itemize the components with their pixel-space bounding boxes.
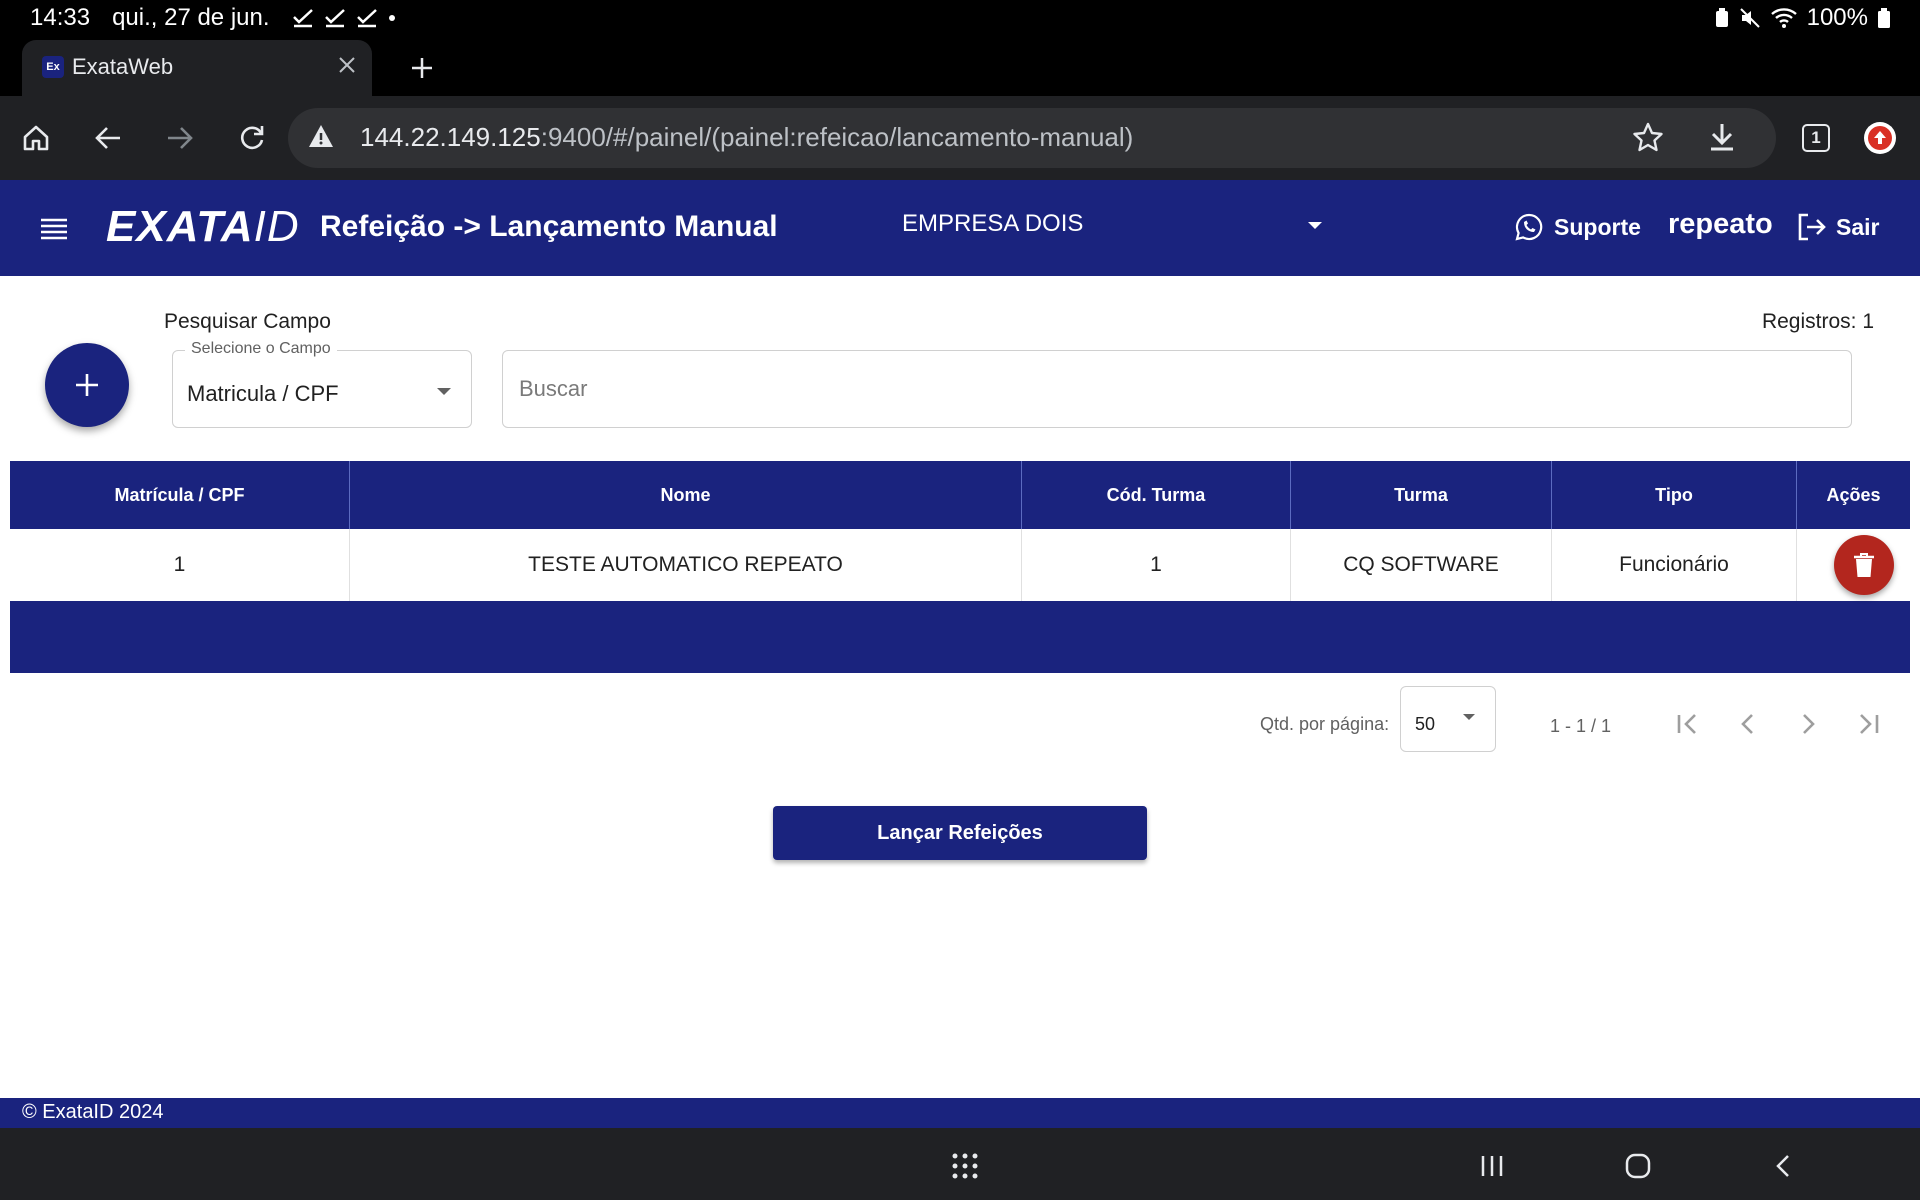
launch-meals-button[interactable]: Lançar Refeições [773, 806, 1147, 860]
column-header: Ações [1826, 484, 1881, 505]
previous-page-icon[interactable] [1728, 704, 1768, 744]
system-status-bar: 14:33 qui., 27 de jun. 100% [0, 0, 1920, 36]
browser-tab-strip: Ex ExataWeb [0, 36, 1920, 96]
back-nav-icon[interactable] [1764, 1146, 1804, 1186]
more-notifications-dot-icon [388, 15, 395, 21]
page-footer: © ExataID 2024 [0, 1098, 1920, 1128]
logout-icon [1798, 213, 1826, 241]
last-page-icon[interactable] [1848, 704, 1888, 744]
date: qui., 27 de jun. [112, 4, 270, 31]
cell-cod-turma: 1 [1022, 529, 1291, 601]
check-notification-icon [324, 9, 345, 28]
cell-matricula: 1 [10, 529, 350, 601]
table-footer-bar [10, 601, 1910, 673]
table-header: Matrícula / CPF Nome Cód. Turma Turma Ti… [10, 461, 1910, 529]
paginator: Qtd. por página: 50 1 - 1 / 1 [0, 686, 1920, 756]
search-field-heading: Pesquisar Campo [164, 310, 331, 333]
column-header[interactable]: Tipo [1552, 461, 1797, 529]
items-per-page-label: Qtd. por página: [1260, 714, 1390, 734]
column-header[interactable]: Cód. Turma [1022, 461, 1291, 529]
address-bar[interactable]: 144.22.149.125:9400/#/painel/(painel:ref… [288, 108, 1776, 168]
plus-icon [76, 374, 98, 396]
copyright-text: © ExataID 2024 [22, 1101, 164, 1123]
table-row: 1 TESTE AUTOMATICO REPEATO 1 CQ SOFTWARE… [10, 529, 1910, 601]
support-button[interactable]: Suporte [1514, 212, 1641, 242]
chevron-down-icon [437, 388, 451, 395]
battery-percentage: 100% [1806, 4, 1868, 31]
home-icon[interactable] [14, 116, 58, 160]
cell-acoes [1797, 529, 1910, 601]
username: repeato [1668, 208, 1773, 240]
battery-icon [1878, 8, 1890, 28]
search-field-select[interactable]: Selecione o Campo Matricula / CPF [172, 340, 472, 428]
trash-icon [1853, 553, 1874, 577]
logout-button[interactable]: Sair [1796, 212, 1879, 242]
app-drawer-icon[interactable] [945, 1146, 985, 1186]
exataid-logo: EXATAID [106, 202, 300, 251]
url-path: :9400/#/painel/(painel:refeicao/lancamen… [540, 122, 1134, 152]
logout-label: Sair [1836, 213, 1880, 240]
column-header[interactable]: Turma [1291, 461, 1552, 529]
tab-switcher-button[interactable]: 1 [1802, 124, 1830, 152]
column-header[interactable]: Nome [350, 461, 1022, 529]
cell-turma: CQ SOFTWARE [1291, 529, 1552, 601]
support-label: Suporte [1554, 213, 1641, 240]
reload-icon[interactable] [230, 116, 274, 160]
search-field-select-value: Matricula / CPF [187, 381, 339, 406]
column-header[interactable]: Matrícula / CPF [10, 461, 350, 529]
check-notification-icon [356, 9, 377, 28]
chevron-down-icon [1463, 714, 1475, 720]
company-select[interactable]: EMPRESA DOIS [902, 210, 1322, 246]
hamburger-menu-icon[interactable] [36, 210, 72, 246]
check-notification-icon [292, 9, 313, 28]
chevron-down-icon [1308, 222, 1322, 229]
profile-update-icon[interactable] [1864, 122, 1896, 154]
delete-button[interactable] [1833, 535, 1894, 595]
add-button[interactable] [45, 343, 129, 427]
search-field-select-label: Selecione o Campo [185, 340, 337, 358]
page-range: 1 - 1 / 1 [1550, 716, 1612, 736]
wifi-icon [1770, 8, 1797, 28]
meals-table: Matrícula / CPF Nome Cód. Turma Turma Ti… [10, 461, 1910, 673]
browser-toolbar: 144.22.149.125:9400/#/painel/(painel:ref… [0, 96, 1920, 180]
not-secure-warning-icon[interactable] [308, 124, 334, 153]
url-host: 144.22.149.125 [360, 122, 541, 152]
browser-tab[interactable]: Ex ExataWeb [22, 40, 372, 96]
company-select-value: EMPRESA DOIS [902, 210, 1084, 237]
records-count: Registros: 1 [1761, 310, 1874, 333]
favicon-icon: Ex [42, 56, 64, 78]
search-input[interactable] [502, 350, 1852, 428]
mute-icon [1739, 8, 1760, 28]
close-tab-icon[interactable] [332, 50, 362, 80]
items-per-page-value: 50 [1415, 714, 1436, 734]
battery-saver-icon [1715, 8, 1728, 27]
items-per-page-select[interactable]: 50 [1400, 686, 1496, 752]
system-navigation-bar [0, 1128, 1920, 1200]
cell-tipo: Funcionário [1552, 529, 1797, 601]
download-icon[interactable] [1708, 122, 1736, 157]
url-text: 144.22.149.125:9400/#/painel/(painel:ref… [360, 122, 1133, 153]
bookmark-star-icon[interactable] [1633, 122, 1663, 157]
clock: 14:33 [30, 4, 91, 31]
next-page-icon[interactable] [1788, 704, 1828, 744]
back-arrow-icon[interactable] [86, 116, 130, 160]
first-page-icon[interactable] [1668, 704, 1708, 744]
new-tab-plus-icon[interactable] [400, 46, 444, 90]
tab-title: ExataWeb [72, 54, 174, 79]
app-header: EXATAID Refeição -> Lançamento Manual EM… [0, 180, 1920, 276]
recent-apps-icon[interactable] [1472, 1146, 1512, 1186]
forward-arrow-icon[interactable] [158, 116, 202, 160]
cell-nome: TESTE AUTOMATICO REPEATO [350, 529, 1022, 601]
whatsapp-icon [1515, 213, 1543, 241]
page-title: Refeição -> Lançamento Manual [320, 210, 778, 243]
home-nav-icon[interactable] [1618, 1146, 1658, 1186]
